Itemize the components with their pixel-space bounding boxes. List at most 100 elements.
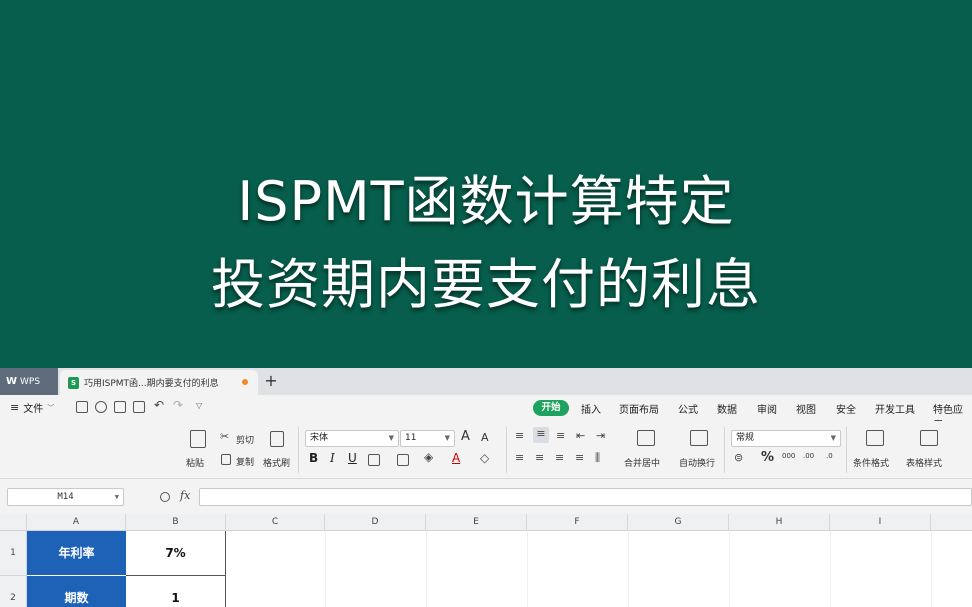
italic-button[interactable]: I	[330, 451, 335, 465]
conditional-format-icon[interactable]	[866, 430, 884, 446]
grow-font-button[interactable]: A	[461, 429, 470, 444]
customize-toolbar-icon[interactable]: ▽	[196, 401, 202, 410]
cut-button[interactable]: 剪切	[236, 433, 254, 446]
bold-button[interactable]: B	[309, 451, 318, 465]
align-right-icon[interactable]: ≡	[555, 451, 564, 464]
tab-security[interactable]: 安全	[836, 401, 856, 416]
scissors-icon[interactable]: ✂	[220, 430, 229, 443]
decrease-decimal-button[interactable]: .0	[826, 452, 833, 460]
number-format-select[interactable]: 常规 ▼	[731, 430, 841, 447]
export-pdf-icon[interactable]	[95, 401, 107, 413]
currency-icon[interactable]: ⊜	[734, 451, 743, 464]
align-top-icon[interactable]: ≡	[515, 429, 524, 442]
row-header[interactable]: 2	[0, 576, 27, 607]
column-header[interactable]: I	[830, 514, 931, 531]
wrap-text-icon[interactable]	[690, 430, 708, 446]
align-middle-icon[interactable]: ≡	[533, 427, 549, 443]
print-preview-icon[interactable]	[133, 401, 145, 413]
cell-b2[interactable]: 1	[126, 576, 226, 607]
format-painter-button[interactable]: 格式刷	[263, 456, 290, 469]
eraser-icon[interactable]: ◇	[480, 451, 489, 465]
column-header[interactable]: C	[226, 514, 325, 531]
tab-strip: W WPS S 巧用ISPMT函...期内要支付的利息 +	[0, 368, 972, 395]
table-style-button[interactable]: 表格样式	[906, 456, 942, 469]
redo-icon[interactable]: ↷	[173, 398, 183, 412]
banner-title-line-2: 投资期内要支付的利息	[211, 253, 761, 316]
formula-input[interactable]	[199, 488, 972, 506]
new-tab-button[interactable]: +	[262, 371, 280, 391]
row-header[interactable]: 1	[0, 531, 27, 576]
copy-button[interactable]: 复制	[236, 455, 254, 468]
chevron-down-icon: ▼	[114, 493, 119, 501]
unsaved-dot-icon	[242, 379, 248, 385]
percent-button[interactable]: %	[761, 450, 774, 465]
tab-insert[interactable]: 插入	[581, 401, 601, 416]
document-tab[interactable]: S 巧用ISPMT函...期内要支付的利息	[60, 370, 258, 395]
font-name-select[interactable]: 宋体 ▼	[305, 430, 399, 447]
table-style-icon[interactable]	[920, 430, 938, 446]
column-header-row: A B C D E F G H I	[0, 514, 972, 531]
cell-a2[interactable]: 期数	[27, 576, 126, 607]
format-painter-icon[interactable]	[270, 431, 284, 447]
function-icon[interactable]: fx	[180, 489, 190, 502]
formula-bar: M14 ▼ fx	[0, 480, 972, 514]
justify-icon[interactable]: ≡	[575, 451, 584, 464]
tab-page-layout[interactable]: 页面布局	[619, 401, 659, 416]
column-header[interactable]: D	[325, 514, 426, 531]
tab-developer[interactable]: 开发工具	[875, 401, 915, 416]
wps-home-label: WPS	[20, 376, 41, 387]
paste-button[interactable]: 粘贴	[186, 456, 204, 469]
align-center-icon[interactable]: ≡	[535, 451, 544, 464]
column-header[interactable]: B	[126, 514, 226, 531]
conditional-format-button[interactable]: 条件格式	[853, 456, 889, 469]
font-color-button[interactable]: A	[452, 451, 460, 465]
distribute-icon[interactable]: ⫼	[595, 451, 600, 465]
tab-review[interactable]: 审阅	[757, 401, 777, 416]
increase-decimal-button[interactable]: .00	[803, 452, 814, 460]
thousands-button[interactable]: 000	[782, 452, 795, 460]
align-bottom-icon[interactable]: ≡	[556, 429, 565, 442]
print-icon[interactable]	[114, 401, 126, 413]
tab-data[interactable]: 数据	[717, 401, 737, 416]
column-header[interactable]: G	[628, 514, 729, 531]
tab-formulas[interactable]: 公式	[678, 401, 698, 416]
hamburger-icon: ≡	[10, 401, 20, 414]
copy-icon[interactable]	[221, 454, 231, 465]
underline-button[interactable]: U	[348, 451, 357, 465]
file-menu-button[interactable]: ≡ 文件 ﹀	[10, 400, 54, 415]
wps-home-tab[interactable]: W WPS	[0, 368, 58, 395]
fill-color-icon[interactable]: ◈	[424, 450, 433, 464]
tab-start[interactable]: 开始	[533, 400, 569, 416]
tab-view[interactable]: 视图	[796, 401, 816, 416]
cell-a1[interactable]: 年利率	[27, 531, 126, 576]
column-header[interactable]: A	[27, 514, 126, 531]
select-all-corner[interactable]	[0, 514, 27, 531]
column-header[interactable]: E	[426, 514, 527, 531]
save-icon[interactable]	[76, 401, 88, 413]
column-header[interactable]: H	[729, 514, 830, 531]
wrap-text-button[interactable]: 自动换行	[679, 456, 715, 469]
gridline	[931, 531, 932, 607]
borders-icon[interactable]	[368, 454, 380, 466]
shrink-font-button[interactable]: A	[481, 431, 489, 444]
name-box[interactable]: M14 ▼	[7, 488, 124, 506]
ribbon-separator	[298, 427, 299, 473]
paste-icon[interactable]	[190, 430, 206, 448]
decrease-indent-icon[interactable]: ⇤	[576, 429, 585, 442]
zoom-icon[interactable]	[160, 492, 170, 502]
gridline	[830, 531, 831, 607]
spreadsheet-grid[interactable]: A B C D E F G H I 1 年利率 7% 2 期数 1	[0, 514, 972, 607]
gridline	[628, 531, 629, 607]
gridline	[729, 531, 730, 607]
name-box-value: M14	[57, 492, 74, 502]
clear-format-icon[interactable]	[397, 454, 409, 466]
merge-center-icon[interactable]	[637, 430, 655, 446]
align-left-icon[interactable]: ≡	[515, 451, 524, 464]
font-size-select[interactable]: 11 ▼	[400, 430, 455, 447]
spreadsheet-icon: S	[68, 376, 79, 389]
merge-center-button[interactable]: 合并居中	[624, 456, 660, 469]
cell-b1[interactable]: 7%	[126, 531, 226, 576]
column-header[interactable]: F	[527, 514, 628, 531]
increase-indent-icon[interactable]: ⇥	[596, 429, 605, 442]
undo-icon[interactable]: ↶	[154, 398, 164, 412]
